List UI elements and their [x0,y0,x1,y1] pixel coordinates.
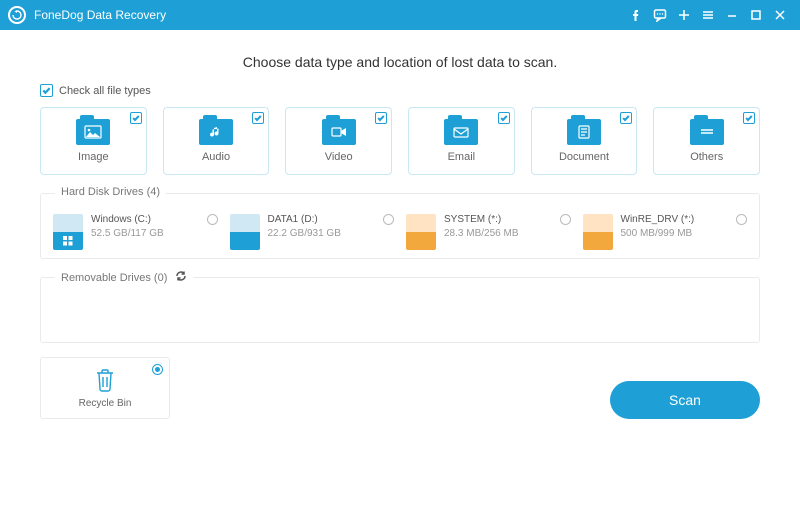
recycle-bin-label: Recycle Bin [79,398,132,409]
close-icon[interactable] [768,0,792,30]
type-others-label: Others [690,151,723,163]
check-all-row[interactable]: Check all file types [40,84,760,97]
type-document-label: Document [559,151,609,163]
type-email-checkbox[interactable] [498,112,510,124]
main-content: Choose data type and location of lost da… [0,30,800,433]
type-video[interactable]: Video [285,107,392,175]
page-heading: Choose data type and location of lost da… [40,54,760,70]
facebook-icon[interactable] [624,0,648,30]
check-all-label: Check all file types [59,85,151,97]
drive-size: 22.2 GB/931 GB [268,228,341,239]
drive-data-icon [230,214,260,250]
type-image-label: Image [78,151,109,163]
image-icon [76,119,110,145]
refresh-icon[interactable] [175,270,187,285]
drive-system[interactable]: SYSTEM (*:) 28.3 MB/256 MB [406,214,571,250]
drive-data1-d[interactable]: DATA1 (D:) 22.2 GB/931 GB [230,214,395,250]
minimize-icon[interactable] [720,0,744,30]
drive-size: 28.3 MB/256 MB [444,228,518,239]
type-document[interactable]: Document [531,107,638,175]
drive-name: SYSTEM (*:) [444,214,518,225]
menu-icon[interactable] [696,0,720,30]
drive-winre-icon [583,214,613,250]
drive-name: DATA1 (D:) [268,214,341,225]
type-others-checkbox[interactable] [743,112,755,124]
drive-winre[interactable]: WinRE_DRV (*:) 500 MB/999 MB [583,214,748,250]
file-type-grid: Image Audio Video Email Document Others [40,107,760,175]
drive-size: 500 MB/999 MB [621,228,695,239]
maximize-icon[interactable] [744,0,768,30]
app-logo-icon [8,6,26,24]
drive-winre-radio[interactable] [736,214,747,225]
audio-icon [199,119,233,145]
drive-data1-d-radio[interactable] [383,214,394,225]
video-icon [322,119,356,145]
drive-name: WinRE_DRV (*:) [621,214,695,225]
drive-windows-c[interactable]: Windows (C:) 52.5 GB/117 GB [53,214,218,250]
type-image-checkbox[interactable] [130,112,142,124]
drive-windows-icon [53,214,83,250]
email-icon [444,119,478,145]
removable-legend: Removable Drives (0) [55,270,193,285]
scan-button[interactable]: Scan [610,381,760,419]
drive-name: Windows (C:) [91,214,164,225]
type-audio-label: Audio [202,151,230,163]
titlebar: FoneDog Data Recovery [0,0,800,30]
app-title: FoneDog Data Recovery [34,8,166,22]
type-email-label: Email [448,151,476,163]
trash-icon [94,367,116,393]
type-audio[interactable]: Audio [163,107,270,175]
type-image[interactable]: Image [40,107,147,175]
type-document-checkbox[interactable] [620,112,632,124]
drive-size: 52.5 GB/117 GB [91,228,164,239]
check-all-checkbox[interactable] [40,84,53,97]
drive-windows-c-radio[interactable] [207,214,218,225]
bottom-row: Recycle Bin Scan [40,357,760,419]
plus-icon[interactable] [672,0,696,30]
recycle-bin-radio[interactable] [152,364,163,375]
removable-section: Removable Drives (0) [40,277,760,343]
type-email[interactable]: Email [408,107,515,175]
type-audio-checkbox[interactable] [252,112,264,124]
document-icon [567,119,601,145]
recycle-bin-card[interactable]: Recycle Bin [40,357,170,419]
type-video-checkbox[interactable] [375,112,387,124]
hdd-section: Hard Disk Drives (4) Windows (C:) 52.5 G… [40,193,760,259]
type-others[interactable]: Others [653,107,760,175]
others-icon [690,119,724,145]
hdd-legend: Hard Disk Drives (4) [55,186,166,198]
feedback-icon[interactable] [648,0,672,30]
drive-system-radio[interactable] [560,214,571,225]
drive-system-icon [406,214,436,250]
type-video-label: Video [325,151,353,163]
